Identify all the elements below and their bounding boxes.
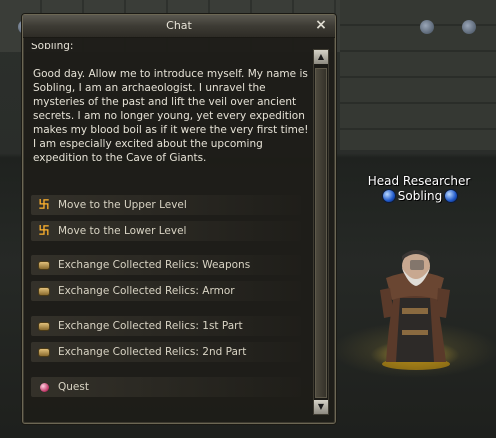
option-label: Exchange Collected Relics: 1st Part bbox=[58, 320, 243, 332]
quest-icon bbox=[37, 380, 51, 394]
option-exchange-relics-1st-part[interactable]: Exchange Collected Relics: 1st Part bbox=[31, 316, 301, 336]
teleport-spiral-icon: 卐 bbox=[38, 198, 50, 211]
chat-content: Sobling: Good day. Allow me to introduce… bbox=[31, 43, 313, 415]
option-quest[interactable]: Quest bbox=[31, 377, 301, 397]
option-exchange-relics-2nd-part[interactable]: Exchange Collected Relics: 2nd Part bbox=[31, 342, 301, 362]
npc-nameplate: Sobling bbox=[380, 188, 460, 204]
exchange-chest-icon bbox=[37, 345, 51, 359]
option-label: Exchange Collected Relics: Armor bbox=[58, 285, 235, 297]
option-move-upper-level[interactable]: 卐 Move to the Upper Level bbox=[31, 195, 301, 215]
exchange-chest-icon bbox=[37, 284, 51, 298]
option-move-lower-level[interactable]: 卐 Move to the Lower Level bbox=[31, 221, 301, 241]
chat-titlebar[interactable]: Chat × bbox=[23, 15, 335, 38]
option-label: Exchange Collected Relics: Weapons bbox=[58, 259, 251, 271]
npc-orb-icon bbox=[382, 190, 395, 202]
exchange-chest-icon bbox=[37, 258, 51, 272]
close-icon[interactable]: × bbox=[313, 17, 329, 33]
option-exchange-relics-weapons[interactable]: Exchange Collected Relics: Weapons bbox=[31, 255, 301, 275]
npc-dialogue-text: Good day. Allow me to introduce myself. … bbox=[33, 68, 309, 164]
exchange-chest-icon bbox=[37, 319, 51, 333]
chat-title: Chat bbox=[166, 19, 192, 32]
option-exchange-relics-armor[interactable]: Exchange Collected Relics: Armor bbox=[31, 281, 301, 301]
npc-orb-icon bbox=[445, 190, 458, 202]
scroll-thumb[interactable] bbox=[315, 68, 327, 398]
npc-title: Head Researcher bbox=[367, 174, 471, 188]
chat-scrollbar[interactable]: ▲ ▼ bbox=[313, 49, 329, 415]
wall-ornament bbox=[420, 20, 434, 34]
teleport-spiral-icon: 卐 bbox=[38, 224, 50, 237]
option-label: Quest bbox=[58, 381, 89, 393]
npc-name: Sobling bbox=[397, 189, 443, 203]
wall-ornament bbox=[462, 20, 476, 34]
chat-window: Chat × Sobling: Good day. Allow me to in… bbox=[22, 14, 336, 424]
dialogue-cut-line: Sobling: bbox=[31, 43, 74, 51]
option-label: Move to the Upper Level bbox=[58, 199, 187, 211]
scroll-up-icon[interactable]: ▲ bbox=[314, 50, 328, 64]
npc-character[interactable] bbox=[372, 238, 458, 370]
option-label: Exchange Collected Relics: 2nd Part bbox=[58, 346, 247, 358]
option-label: Move to the Lower Level bbox=[58, 225, 187, 237]
scroll-down-icon[interactable]: ▼ bbox=[314, 400, 328, 414]
